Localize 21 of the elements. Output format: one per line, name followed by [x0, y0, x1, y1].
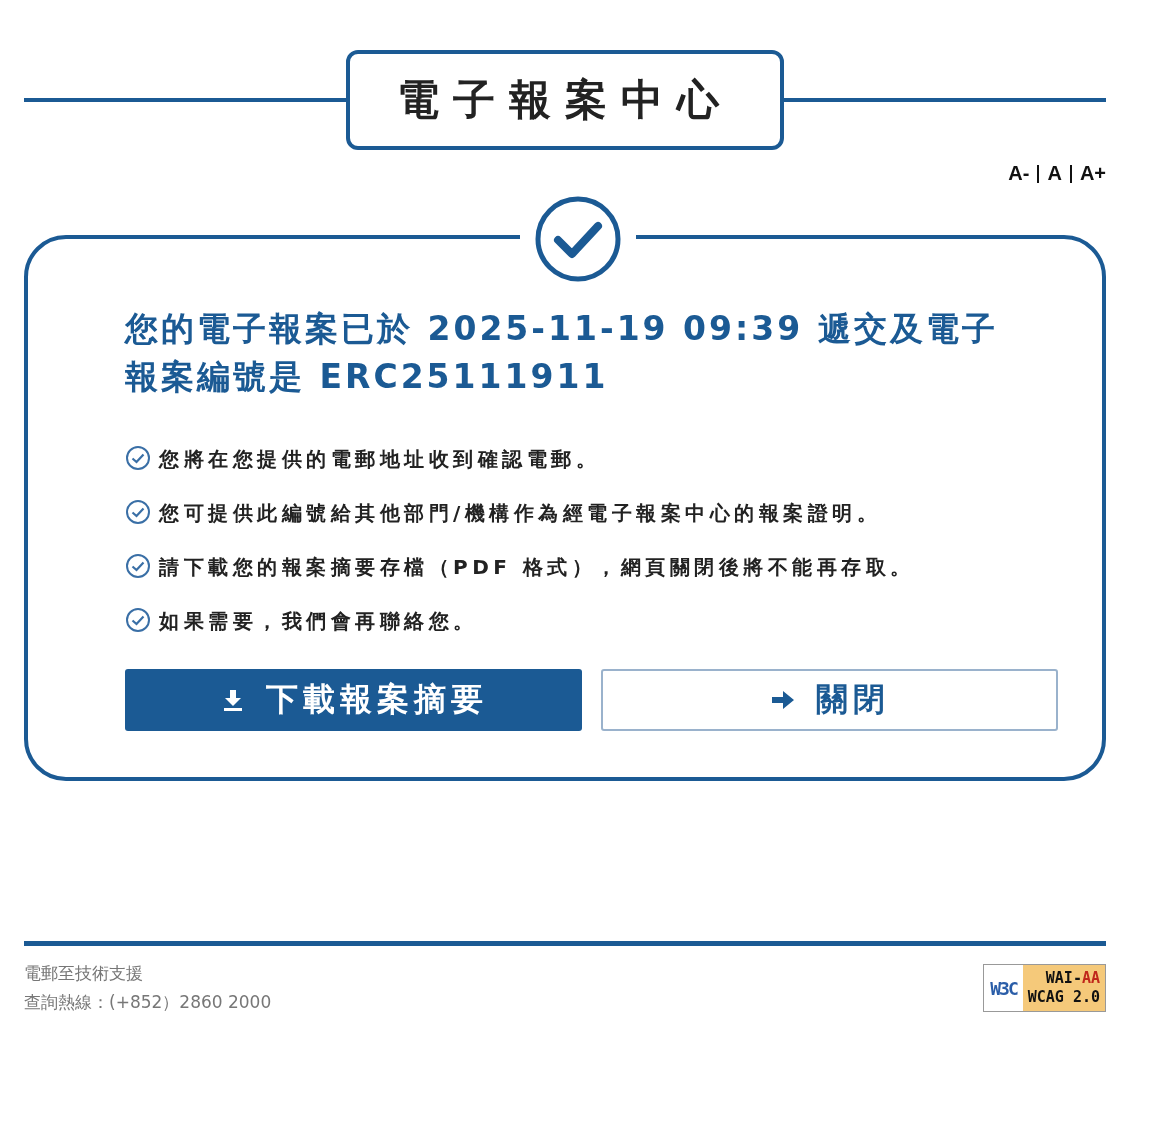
- font-size-link[interactable]: A-: [1008, 162, 1030, 185]
- page-title: 電子報案中心: [346, 50, 784, 150]
- badge-text: WCAG 2.0: [1027, 988, 1100, 1007]
- check-circle-icon: [125, 499, 151, 525]
- download-button[interactable]: 下載報案摘要: [125, 669, 582, 731]
- arrow-right-icon: [769, 689, 796, 711]
- check-circle-icon: [125, 607, 151, 633]
- info-note: 您可提供此編號給其他部門/機構作為經電子報案中心的報案證明。: [159, 500, 883, 527]
- badge-text: WAI-: [1045, 969, 1082, 987]
- info-note: 如果需要，我們會再聯絡您。: [159, 608, 479, 635]
- footer-text: 查詢熱線：(+852）2860 2000: [24, 991, 272, 1014]
- close-button[interactable]: 關閉: [601, 669, 1058, 731]
- check-circle-icon: [125, 445, 151, 471]
- info-note: 請下載您的報案摘要存檔（PDF 格式），網頁關閉後將不能再存取。: [159, 554, 916, 581]
- info-note: 您將在您提供的電郵地址收到確認電郵。: [159, 446, 601, 473]
- badge-level: AA: [1081, 969, 1100, 987]
- check-circle-icon: [125, 553, 151, 579]
- confirmation-heading: 您的電子報案已於 2025-11-19 09:39 遞交及電子報案編號是 ERC25111911: [125, 308, 999, 398]
- footer-text: 電郵至技術支援: [24, 962, 144, 985]
- font-size-link[interactable]: A+: [1079, 162, 1106, 185]
- font-size-link[interactable]: A: [1047, 162, 1062, 185]
